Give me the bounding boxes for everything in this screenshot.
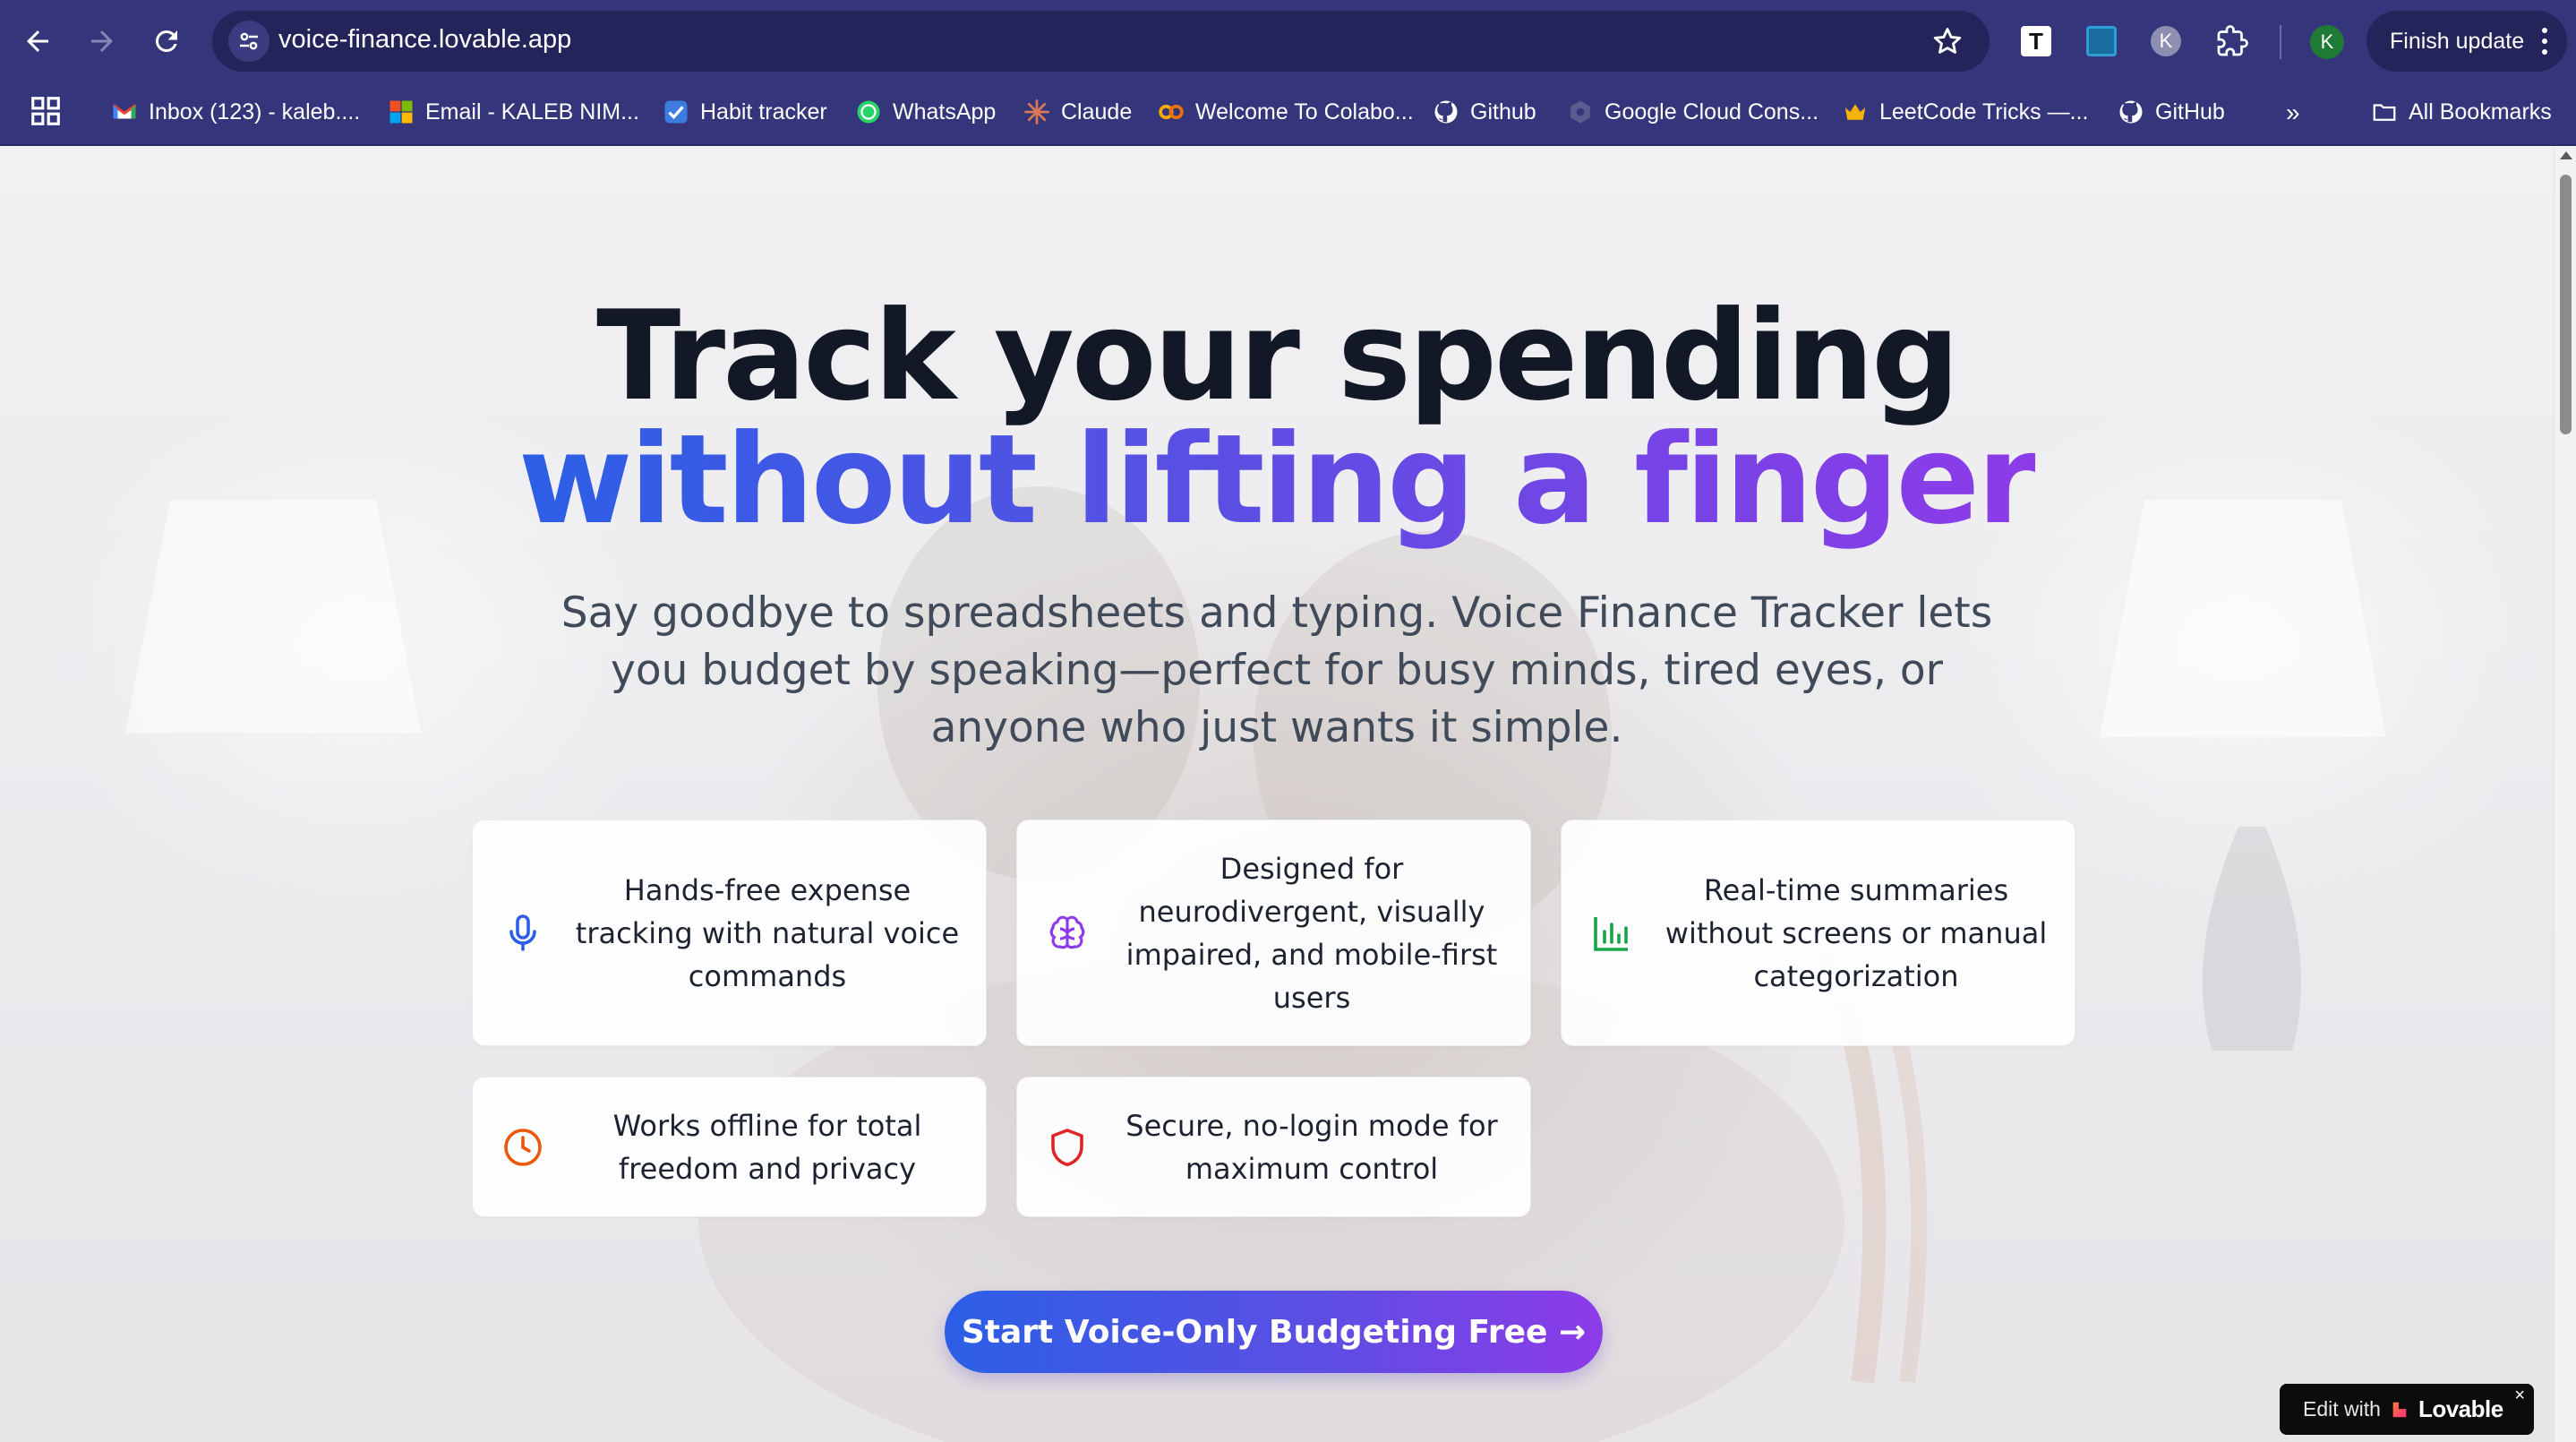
more-vert-icon	[2542, 28, 2547, 55]
claude-icon	[1023, 99, 1050, 125]
bookmark-outlook-email[interactable]: Email - KALEB NIM...	[388, 94, 639, 130]
forward-button[interactable]	[77, 16, 127, 66]
brain-icon	[1049, 915, 1085, 948]
profile-avatar[interactable]: K	[2310, 25, 2344, 59]
whatsapp-icon	[855, 99, 882, 125]
screenshot-extension-icon[interactable]	[2086, 26, 2117, 56]
bookmark-claude[interactable]: Claude	[1023, 94, 1132, 130]
bookmark-label: GitHub	[2155, 99, 2225, 124]
back-button[interactable]	[13, 16, 63, 66]
colab-icon	[1158, 99, 1185, 125]
clock-icon	[504, 1128, 542, 1166]
extensions-puzzle-icon[interactable]	[2214, 23, 2250, 59]
bookmark-leetcode[interactable]: LeetCode Tricks —...	[1842, 94, 2088, 130]
bookmark-whatsapp[interactable]: WhatsApp	[855, 94, 996, 130]
bookmark-google-cloud[interactable]: Google Cloud Cons...	[1567, 94, 1819, 130]
lovable-heart-icon	[2392, 1402, 2407, 1417]
microphone-icon	[509, 914, 536, 951]
tune-icon	[240, 32, 258, 50]
reload-button[interactable]	[141, 16, 192, 66]
bar-chart-icon	[1594, 916, 1628, 951]
bookmarks-overflow-button[interactable]: »	[2286, 99, 2300, 127]
page-scrollbar[interactable]	[2554, 146, 2576, 1442]
scroll-up-arrow-icon[interactable]	[2560, 151, 2572, 159]
feature-text: Real-time summaries without screens or m…	[1665, 872, 2048, 993]
start-budgeting-button[interactable]: Start Voice-Only Budgeting Free →	[945, 1291, 1603, 1373]
feature-card-offline: Works offline for total freedom and priv…	[472, 1077, 987, 1217]
apps-grid-icon[interactable]	[29, 94, 63, 128]
bookmark-label: Welcome To Colabo...	[1195, 99, 1414, 124]
extension-t-icon[interactable]: T	[2021, 26, 2051, 56]
extension-k-icon[interactable]: K	[2151, 26, 2181, 56]
hero-title-line2: without lifting a finger	[0, 404, 2554, 556]
bookmark-label: Habit tracker	[700, 99, 827, 124]
microsoft-icon	[388, 99, 415, 125]
crown-icon	[1842, 99, 1869, 125]
bookmark-colab[interactable]: Welcome To Colabo...	[1158, 94, 1414, 130]
scroll-thumb[interactable]	[2560, 175, 2572, 434]
arrow-right-icon	[91, 30, 113, 52]
lovable-brand: Lovable	[2418, 1395, 2503, 1422]
gmail-icon	[111, 99, 138, 125]
reload-icon	[155, 30, 177, 52]
browser-toolbar: voice-finance.lovable.app T K K Finish u…	[0, 0, 2576, 83]
toolbar-divider	[2280, 25, 2281, 59]
bookmark-label: WhatsApp	[893, 99, 997, 124]
hero-title-gradient-text: without lifting a finger	[518, 408, 2038, 552]
finish-update-button[interactable]: Finish update	[2366, 11, 2567, 72]
edit-with-lovable-badge[interactable]: Edit with Lovable ×	[2280, 1384, 2534, 1435]
page-viewport: Track your spending without lifting a fi…	[0, 146, 2554, 1442]
feature-card-secure: Secure, no-login mode for maximum contro…	[1016, 1077, 1531, 1217]
feature-text: Designed for neurodivergent, visually im…	[1125, 851, 1498, 1015]
github-icon	[1433, 99, 1459, 125]
bookmark-label: Claude	[1061, 99, 1133, 124]
edit-with-label: Edit with	[2303, 1397, 2381, 1421]
bookmark-label: Email - KALEB NIM...	[425, 99, 639, 124]
bookmark-label: Inbox (123) - kaleb....	[149, 99, 361, 124]
feature-text: Hands-free expense tracking with natural…	[575, 872, 960, 993]
feature-text: Secure, no-login mode for maximum contro…	[1125, 1108, 1498, 1186]
bookmark-github-2[interactable]: GitHub	[2118, 94, 2225, 130]
shield-icon	[1051, 1128, 1083, 1166]
feature-card-voice: Hands-free expense tracking with natural…	[472, 820, 987, 1046]
folder-icon	[2371, 99, 2398, 125]
feature-text: Works offline for total freedom and priv…	[612, 1108, 922, 1186]
address-bar[interactable]: voice-finance.lovable.app	[212, 11, 1990, 72]
checkmark-icon	[663, 99, 689, 125]
hero-subtitle: Say goodbye to spreadsheets and typing. …	[561, 588, 1993, 752]
bookmark-github-1[interactable]: Github	[1433, 94, 1536, 130]
bookmarks-bar: Inbox (123) - kaleb.... Email - KALEB NI…	[0, 83, 2576, 146]
feature-card-summaries: Real-time summaries without screens or m…	[1561, 820, 2075, 1046]
url-text[interactable]: voice-finance.lovable.app	[278, 25, 571, 55]
site-info-button[interactable]	[228, 21, 270, 62]
arrow-left-icon	[27, 30, 48, 52]
github-icon	[2118, 99, 2144, 125]
google-cloud-icon	[1567, 99, 1594, 125]
bookmark-habit-tracker[interactable]: Habit tracker	[663, 94, 827, 130]
all-bookmarks-label: All Bookmarks	[2409, 99, 2552, 124]
bookmark-gmail[interactable]: Inbox (123) - kaleb....	[111, 94, 360, 130]
feature-card-accessibility: Designed for neurodivergent, visually im…	[1016, 820, 1531, 1046]
finish-update-label: Finish update	[2390, 28, 2525, 54]
bookmark-star-icon[interactable]	[1930, 24, 1964, 58]
bookmark-label: Google Cloud Cons...	[1605, 99, 1819, 124]
all-bookmarks-button[interactable]: All Bookmarks	[2371, 94, 2552, 130]
close-badge-button[interactable]: ×	[2514, 1386, 2525, 1406]
bookmark-label: LeetCode Tricks —...	[1879, 99, 2089, 124]
bookmark-label: Github	[1470, 99, 1536, 124]
